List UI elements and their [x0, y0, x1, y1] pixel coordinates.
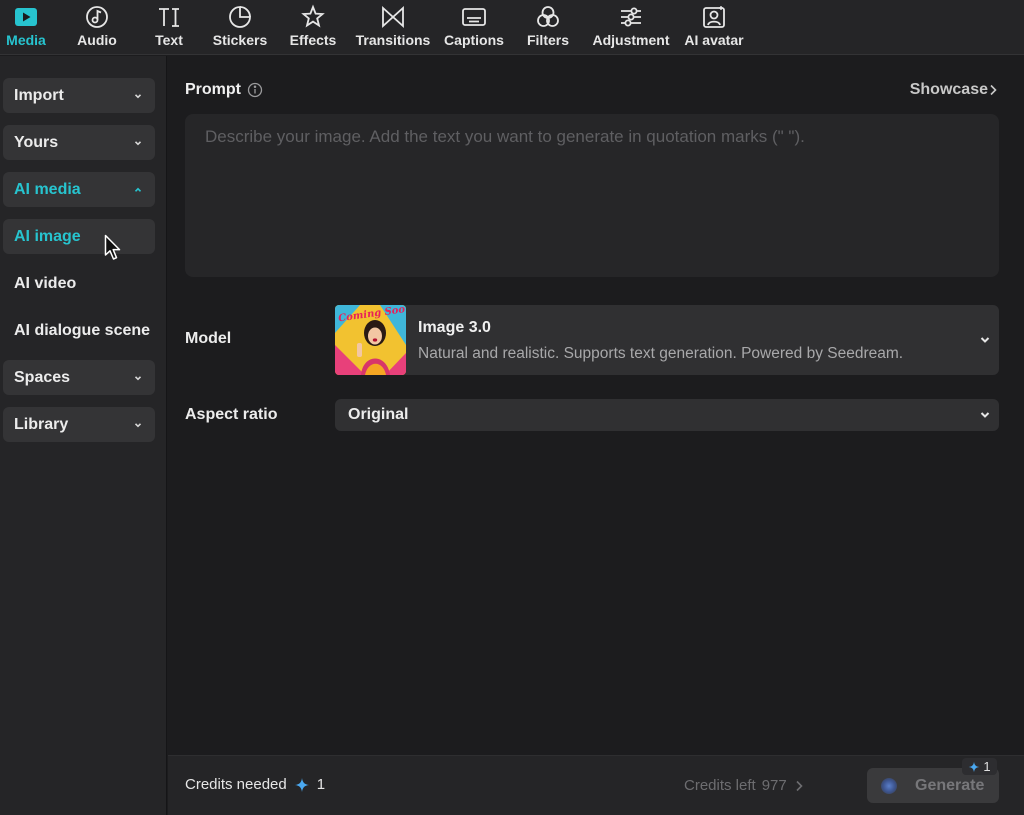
tab-label: Adjustment [592, 32, 670, 48]
chevron-right-icon[interactable] [988, 84, 998, 96]
tab-label: Text [155, 32, 183, 48]
sidebar-item-spaces[interactable]: Spaces [3, 360, 155, 395]
model-thumbnail: Coming Soon! [335, 305, 406, 375]
tab-label: Media [6, 32, 46, 48]
tab-media[interactable]: Media [4, 2, 48, 52]
captions-icon [462, 8, 486, 26]
tab-stickers[interactable]: Stickers [211, 2, 269, 52]
credits-left-value: 977 [761, 777, 787, 794]
tab-label: Transitions [355, 32, 431, 48]
sidebar-item-label: Yours [14, 133, 59, 151]
prompt-input[interactable] [185, 114, 999, 277]
aspect-ratio-label: Aspect ratio [185, 406, 278, 423]
tab-label: Effects [289, 32, 337, 48]
sidebar-item-ai-video[interactable]: AI video [3, 266, 155, 301]
chevron-down-icon [980, 412, 990, 418]
tab-label: Audio [77, 32, 117, 48]
tab-audio[interactable]: Audio [76, 2, 118, 52]
aspect-ratio-value: Original [348, 406, 409, 423]
sidebar-item-label: AI dialogue scene [14, 321, 151, 339]
prompt-title: Prompt [185, 81, 241, 98]
sidebar-item-yours[interactable]: Yours [3, 125, 155, 160]
chevron-down-icon [134, 140, 142, 145]
chevron-down-icon [134, 422, 142, 427]
generate-label: Generate [915, 777, 985, 794]
sidebar-item-import[interactable]: Import [3, 78, 155, 113]
sidebar-item-label: Spaces [14, 368, 71, 386]
showcase-link[interactable]: Showcase [910, 81, 988, 99]
sidebar-item-ai-image[interactable]: AI image [3, 219, 155, 254]
credits-needed-value: 1 [316, 776, 326, 793]
sidebar-item-ai-media[interactable]: AI media [3, 172, 155, 207]
sparkle-icon [294, 777, 309, 792]
tab-adjustment[interactable]: Adjustment [590, 2, 672, 52]
tab-filters[interactable]: Filters [526, 2, 570, 52]
aspect-ratio-select[interactable]: Original [335, 399, 999, 431]
media-play-icon [15, 8, 37, 26]
credits-left-label: Credits left [684, 777, 756, 794]
loading-glow-icon [881, 778, 897, 794]
model-description: Natural and realistic. Supports text gen… [418, 345, 904, 362]
sidebar: Import Yours AI media AI image AI video … [0, 56, 167, 815]
sparkle-icon [969, 761, 980, 772]
sticker-icon [229, 6, 251, 28]
generate-footer: Credits needed 1 Credits left 977 Genera… [168, 755, 1024, 815]
text-ti-icon [159, 8, 179, 27]
effects-star-icon [301, 4, 325, 28]
chevron-up-icon [134, 187, 142, 192]
model-name: Image 3.0 [418, 319, 491, 336]
tab-label: AI avatar [684, 32, 744, 48]
credits-left-link[interactable]: Credits left 977 [684, 777, 805, 794]
chevron-down-icon [134, 375, 142, 380]
sidebar-item-label: AI image [14, 227, 81, 245]
filters-icon [537, 6, 559, 27]
chevron-down-icon [980, 337, 990, 343]
chevron-down-icon [134, 93, 142, 98]
tab-transitions[interactable]: Transitions [354, 2, 432, 52]
audio-note-icon [86, 6, 108, 28]
chevron-right-icon [796, 780, 803, 791]
adjustment-sliders-icon [621, 7, 641, 27]
sidebar-item-label: Library [14, 415, 69, 433]
tab-label: Stickers [212, 32, 268, 48]
sidebar-item-label: AI video [14, 274, 77, 292]
tab-text[interactable]: Text [152, 2, 186, 52]
credit-cost-value: 1 [983, 759, 991, 774]
ai-image-panel: Prompt Showcase Model Coming Soon! [168, 56, 1024, 755]
ai-avatar-icon [703, 6, 725, 28]
sidebar-item-ai-dialogue-scene[interactable]: AI dialogue scene [3, 313, 163, 348]
tab-captions[interactable]: Captions [442, 2, 506, 52]
tab-effects[interactable]: Effects [287, 2, 339, 52]
sidebar-item-label: AI media [14, 180, 81, 198]
tab-label: Filters [526, 32, 569, 48]
credit-cost-badge: 1 [962, 758, 997, 775]
sidebar-item-label: Import [14, 86, 64, 104]
transitions-bowtie-icon [382, 5, 404, 29]
model-label: Model [185, 330, 232, 347]
credits-needed: Credits needed 1 [185, 776, 325, 793]
top-toolbar: Media Audio Text Stickers Effects Transi… [0, 0, 1024, 55]
tab-label: Captions [444, 32, 504, 48]
credits-needed-label: Credits needed [185, 776, 287, 793]
model-select[interactable]: Coming Soon! Image 3.0 Natural and reali… [335, 305, 999, 375]
tab-ai-avatar[interactable]: AI avatar [682, 2, 746, 52]
info-icon[interactable] [247, 82, 263, 98]
sidebar-item-library[interactable]: Library [3, 407, 155, 442]
